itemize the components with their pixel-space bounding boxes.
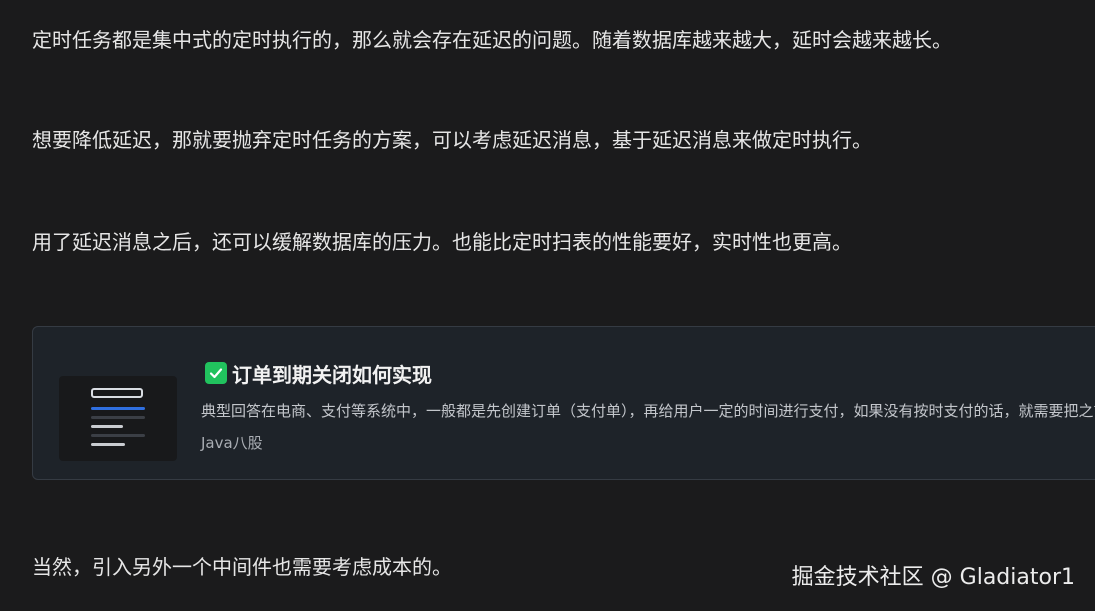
card-title[interactable]: 订单到期关闭如何实现	[205, 359, 432, 387]
check-mark-icon	[205, 362, 227, 384]
article-paragraph: 定时任务都是集中式的定时执行的，那么就会存在延迟的问题。随着数据库越来越大，延时…	[32, 28, 952, 52]
card-description: 典型回答在电商、支付等系统中，一般都是先创建订单（支付单），再给用户一定的时间进…	[201, 402, 1095, 420]
article-paragraph: 想要降低延迟，那就要抛弃定时任务的方案，可以考虑延迟消息，基于延迟消息来做定时执…	[32, 128, 872, 152]
card-thumbnail	[59, 376, 177, 461]
article-paragraph: 用了延迟消息之后，还可以缓解数据库的压力。也能比定时扫表的性能要好，实时性也更高…	[32, 230, 852, 254]
article-paragraph: 当然，引入另外一个中间件也需要考虑成本的。	[32, 555, 452, 579]
card-source: Java八股	[201, 434, 263, 452]
watermark: 掘金技术社区 @ Gladiator1	[791, 565, 1075, 590]
article-link-card[interactable]: 订单到期关闭如何实现 典型回答在电商、支付等系统中，一般都是先创建订单（支付单）…	[32, 326, 1095, 480]
card-title-text: 订单到期关闭如何实现	[232, 362, 432, 387]
